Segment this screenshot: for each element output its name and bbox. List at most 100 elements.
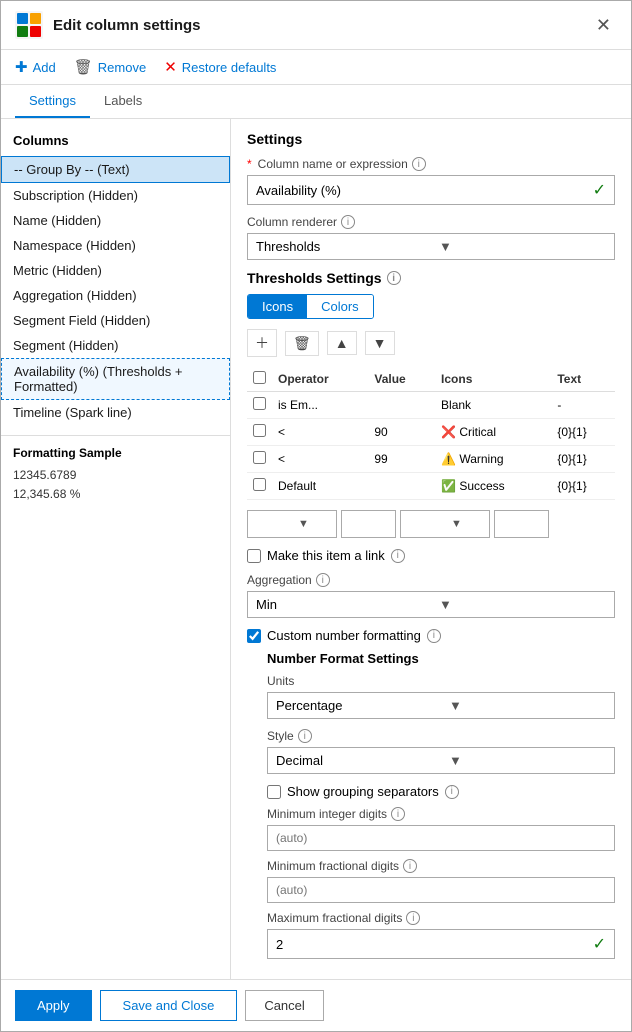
- min-fraction-input[interactable]: [267, 877, 615, 903]
- apply-button[interactable]: Apply: [15, 990, 92, 1021]
- row-value-input[interactable]: [341, 510, 396, 538]
- column-renderer-info-icon: i: [341, 215, 355, 229]
- delete-row-button[interactable]: 🗑: [285, 331, 319, 356]
- row-operator: <: [272, 446, 368, 473]
- show-grouping-checkbox[interactable]: [267, 785, 281, 799]
- column-renderer-value: Thresholds: [248, 234, 431, 259]
- units-label: Units: [267, 674, 294, 688]
- cancel-button[interactable]: Cancel: [245, 990, 323, 1021]
- table-row: < 99 ⚠️ Warning {0}{1}: [247, 446, 615, 473]
- style-select[interactable]: Decimal ▼: [267, 747, 615, 774]
- close-button[interactable]: ✕: [590, 13, 617, 38]
- col-operator: Operator: [272, 367, 368, 392]
- row-text: {0}{1}: [551, 419, 615, 446]
- toggle-icons-button[interactable]: Icons: [248, 295, 307, 318]
- column-item[interactable]: Namespace (Hidden): [1, 233, 230, 258]
- row-text-input[interactable]: [494, 510, 549, 538]
- formatting-sample-line1: 12345.6789: [13, 466, 218, 485]
- dialog-title: Edit column settings: [53, 17, 590, 34]
- row-checkbox[interactable]: [253, 451, 266, 464]
- row-icon-label: Blank: [435, 392, 551, 419]
- toggle-colors-button[interactable]: Colors: [307, 295, 373, 318]
- aggregation-select[interactable]: Min ▼: [247, 591, 615, 618]
- aggregation-info-icon: i: [316, 573, 330, 587]
- critical-icon: ❌: [441, 425, 456, 439]
- min-integer-input[interactable]: [267, 825, 615, 851]
- column-item[interactable]: Timeline (Spark line): [1, 400, 230, 425]
- max-fraction-check-icon: ✓: [585, 930, 614, 958]
- column-item[interactable]: Segment Field (Hidden): [1, 308, 230, 333]
- custom-number-container: Custom number formatting i: [247, 628, 615, 643]
- threshold-table: Operator Value Icons Text is Em... Blank…: [247, 367, 615, 500]
- min-fraction-info-icon: i: [403, 859, 417, 873]
- remove-button[interactable]: 🗑 Remove: [74, 58, 146, 76]
- save-close-button[interactable]: Save and Close: [100, 990, 238, 1021]
- aggregation-label: Aggregation: [247, 573, 312, 587]
- table-row: Default ✅ Success {0}{1}: [247, 473, 615, 500]
- units-arrow-icon: ▼: [441, 694, 614, 717]
- column-name-label: Column name or expression: [258, 157, 408, 171]
- row-checkbox[interactable]: [253, 424, 266, 437]
- column-name-check-icon: ✓: [585, 176, 614, 204]
- max-fraction-label: Maximum fractional digits: [267, 911, 402, 925]
- row-text: -: [551, 392, 615, 419]
- custom-number-checkbox[interactable]: [247, 629, 261, 643]
- col-text: Text: [551, 367, 615, 392]
- select-all-checkbox[interactable]: [253, 371, 266, 384]
- number-format-heading: Number Format Settings: [267, 651, 615, 666]
- move-down-button[interactable]: ▼: [365, 331, 395, 355]
- show-grouping-container: Show grouping separators i: [267, 784, 615, 799]
- column-renderer-select[interactable]: Thresholds ▼: [247, 233, 615, 260]
- row-text: {0}{1}: [551, 473, 615, 500]
- column-item-availability[interactable]: Availability (%) (Thresholds + Formatted…: [1, 358, 230, 400]
- thresholds-info-icon: i: [387, 271, 401, 285]
- min-integer-label: Minimum integer digits: [267, 807, 387, 821]
- max-fraction-input-box: ✓: [267, 929, 615, 959]
- row-operator-select[interactable]: ▼: [247, 510, 337, 538]
- column-item[interactable]: Name (Hidden): [1, 208, 230, 233]
- aggregation-arrow-icon: ▼: [431, 593, 614, 616]
- units-select[interactable]: Percentage ▼: [267, 692, 615, 719]
- style-info-icon: i: [298, 729, 312, 743]
- show-grouping-info-icon: i: [445, 785, 459, 799]
- add-row-button[interactable]: ＋: [247, 329, 277, 357]
- row-operator: <: [272, 419, 368, 446]
- move-up-button[interactable]: ▲: [327, 331, 357, 355]
- tab-labels[interactable]: Labels: [90, 85, 156, 118]
- restore-label: Restore defaults: [182, 60, 277, 75]
- make-link-label: Make this item a link: [267, 548, 385, 563]
- table-row: is Em... Blank -: [247, 392, 615, 419]
- row-icon-label: ⚠️ Warning: [435, 446, 551, 473]
- make-link-checkbox[interactable]: [247, 549, 261, 563]
- column-item[interactable]: Segment (Hidden): [1, 333, 230, 358]
- add-button[interactable]: ✚ Add: [15, 58, 56, 76]
- add-icon: ✚: [15, 58, 28, 76]
- columns-heading: Columns: [1, 129, 230, 156]
- max-fraction-input[interactable]: [268, 932, 585, 957]
- aggregation-value: Min: [248, 592, 431, 617]
- column-item[interactable]: Subscription (Hidden): [1, 183, 230, 208]
- column-name-info-icon: i: [412, 157, 426, 171]
- custom-number-label: Custom number formatting: [267, 628, 421, 643]
- column-renderer-label: Column renderer: [247, 215, 337, 229]
- max-fraction-info-icon: i: [406, 911, 420, 925]
- formatting-sample-heading: Formatting Sample: [13, 446, 218, 460]
- row-checkbox[interactable]: [253, 397, 266, 410]
- restore-defaults-button[interactable]: ✕ Restore defaults: [164, 58, 276, 76]
- row-text: {0}{1}: [551, 446, 615, 473]
- row-icon-select[interactable]: ▼: [400, 510, 490, 538]
- required-star: *: [247, 157, 252, 171]
- tab-settings[interactable]: Settings: [15, 85, 90, 118]
- min-fraction-label: Minimum fractional digits: [267, 859, 399, 873]
- column-name-input[interactable]: [248, 178, 585, 203]
- row-operator: Default: [272, 473, 368, 500]
- row-checkbox[interactable]: [253, 478, 266, 491]
- make-link-container: Make this item a link i: [247, 548, 615, 563]
- row-icon-label: ✅ Success: [435, 473, 551, 500]
- settings-heading: Settings: [247, 131, 615, 147]
- row-value: 99: [368, 446, 435, 473]
- column-item[interactable]: Metric (Hidden): [1, 258, 230, 283]
- row-controls: ▼ ▼: [247, 510, 615, 538]
- column-item[interactable]: -- Group By -- (Text): [1, 156, 230, 183]
- column-item[interactable]: Aggregation (Hidden): [1, 283, 230, 308]
